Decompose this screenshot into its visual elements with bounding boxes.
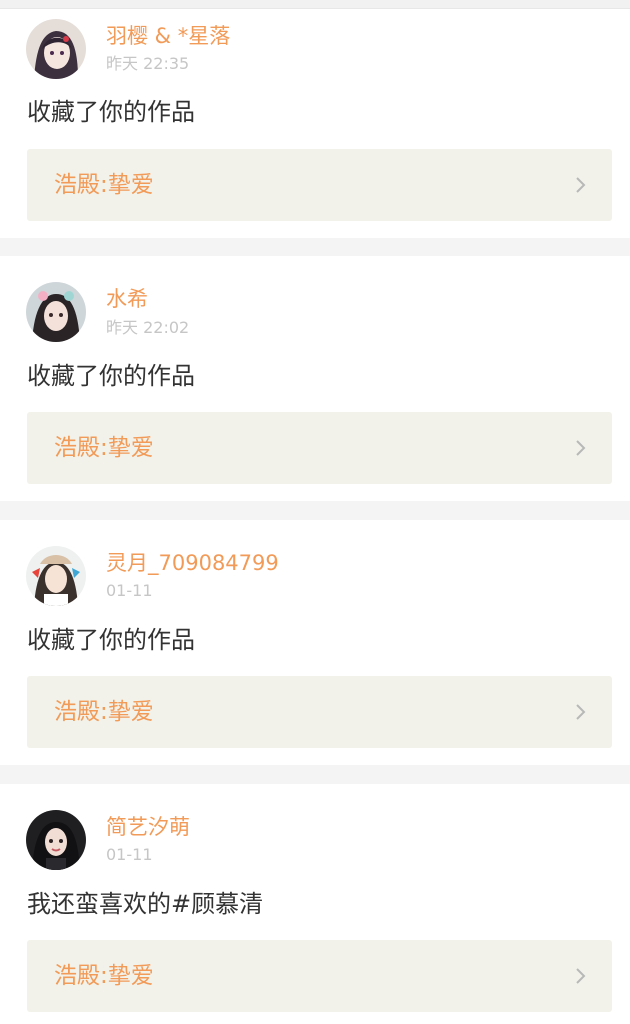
username[interactable]: 简艺汐萌 <box>106 815 190 839</box>
notification-card: 灵月_709084799 01-11 收藏了你的作品 浩殿:挚爱 <box>0 520 630 765</box>
work-link[interactable]: 浩殿:挚爱 <box>27 676 612 748</box>
activity-message: 收藏了你的作品 <box>27 626 195 654</box>
top-divider <box>0 0 630 9</box>
work-link[interactable]: 浩殿:挚爱 <box>27 149 612 221</box>
username[interactable]: 灵月_709084799 <box>106 551 279 575</box>
username[interactable]: 水希 <box>106 287 148 311</box>
work-title: 浩殿:挚爱 <box>54 963 154 989</box>
notification-feed: 羽樱 & *星落 昨天 22:35 收藏了你的作品 浩殿:挚爱 水希 昨天 22… <box>0 0 630 1024</box>
work-link[interactable]: 浩殿:挚爱 <box>27 940 612 1012</box>
user-avatar-icon[interactable] <box>26 546 86 606</box>
timestamp: 昨天 22:35 <box>106 54 190 73</box>
username[interactable]: 羽樱 & *星落 <box>106 24 230 48</box>
work-title: 浩殿:挚爱 <box>54 699 154 725</box>
notification-card: 简艺汐萌 01-11 我还蛮喜欢的#顾慕清 浩殿:挚爱 <box>0 784 630 1024</box>
timestamp: 01-11 <box>106 845 153 864</box>
chevron-right-icon <box>576 704 586 720</box>
activity-message: 我还蛮喜欢的#顾慕清 <box>27 890 264 918</box>
timestamp: 01-11 <box>106 581 153 600</box>
activity-message: 收藏了你的作品 <box>27 362 195 390</box>
notification-card: 水希 昨天 22:02 收藏了你的作品 浩殿:挚爱 <box>0 256 630 501</box>
work-link[interactable]: 浩殿:挚爱 <box>27 412 612 484</box>
work-title: 浩殿:挚爱 <box>54 435 154 461</box>
work-title: 浩殿:挚爱 <box>54 172 154 198</box>
chevron-right-icon <box>576 968 586 984</box>
activity-message: 收藏了你的作品 <box>27 98 195 126</box>
user-avatar-icon[interactable] <box>26 810 86 870</box>
chevron-right-icon <box>576 440 586 456</box>
notification-card: 羽樱 & *星落 昨天 22:35 收藏了你的作品 浩殿:挚爱 <box>0 9 630 238</box>
user-avatar-icon[interactable] <box>26 19 86 79</box>
user-avatar-icon[interactable] <box>26 282 86 342</box>
timestamp: 昨天 22:02 <box>106 318 190 337</box>
chevron-right-icon <box>576 177 586 193</box>
